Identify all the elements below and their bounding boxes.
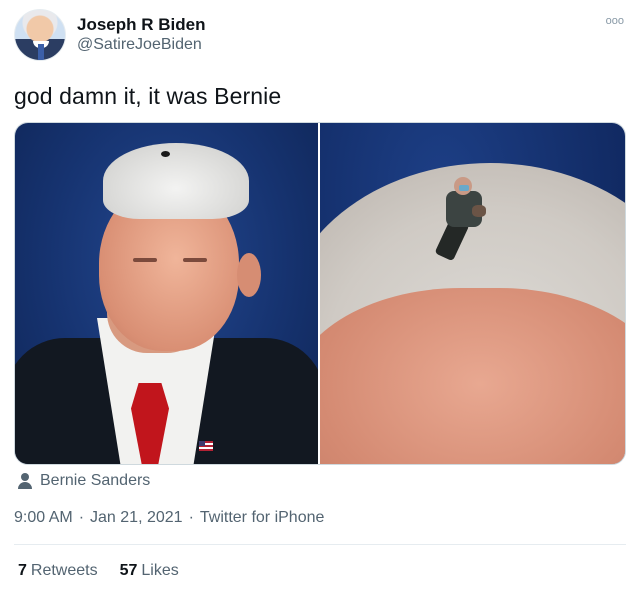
more-options-icon[interactable]: ooo (606, 15, 624, 27)
photo-hair (103, 143, 249, 219)
retweets-label: Retweets (30, 562, 98, 579)
person-icon (18, 473, 32, 489)
tweet-date[interactable]: Jan 21, 2021 (90, 509, 183, 527)
tweet-client[interactable]: Twitter for iPhone (200, 509, 325, 527)
tagged-person-name[interactable]: Bernie Sanders (40, 472, 150, 490)
tweet-media[interactable] (14, 122, 626, 465)
author-avatar[interactable] (14, 9, 66, 61)
likes-label: Likes (141, 562, 179, 579)
photo-ear (237, 253, 261, 297)
bernie-mask (459, 185, 469, 191)
retweets-stat[interactable]: 7 Retweets (18, 562, 98, 580)
tweet-time[interactable]: 9:00 AM (14, 509, 73, 527)
divider (14, 544, 626, 545)
photo-bernie-figure (432, 175, 498, 267)
likes-stat[interactable]: 57 Likes (120, 562, 179, 580)
author-name[interactable]: Joseph R Biden (77, 15, 205, 35)
avatar-tie (38, 44, 44, 60)
bernie-mittens (472, 205, 486, 217)
tweet-text: god damn it, it was Bernie (14, 83, 282, 109)
tweet-stats: 7 Retweets 57 Likes (18, 562, 201, 580)
meta-separator-2: · (188, 509, 194, 526)
author-handle[interactable]: @SatireJoeBiden (77, 36, 202, 54)
likes-count: 57 (119, 562, 138, 579)
media-photo-right[interactable] (320, 123, 625, 464)
photo-eye-right (183, 258, 207, 262)
media-photo-left[interactable] (15, 123, 318, 464)
meta-separator: · (78, 509, 85, 526)
photo-forehead (320, 288, 625, 464)
photo-fly (161, 151, 170, 157)
tweet-header: Joseph R Biden @SatireJoeBiden ooo (14, 9, 626, 63)
media-tag[interactable]: Bernie Sanders (18, 472, 150, 490)
tweet-meta: 9:00 AM · Jan 21, 2021 · Twitter for iPh… (14, 509, 324, 527)
photo-eye-left (133, 258, 157, 262)
retweets-count: 7 (18, 562, 27, 579)
photo-flag-pin (199, 441, 213, 451)
